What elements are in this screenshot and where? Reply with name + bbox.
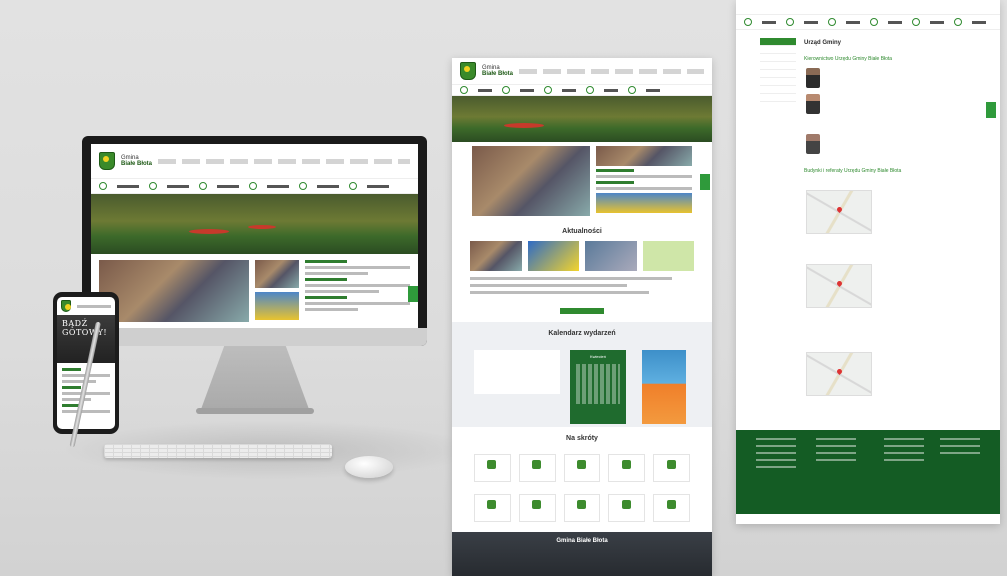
shortcut-tile[interactable] — [563, 454, 601, 482]
news-heading: Aktualności — [562, 228, 602, 235]
location-map — [806, 264, 872, 308]
shortcut-tile[interactable] — [653, 494, 690, 522]
news-list — [596, 146, 692, 216]
sidebar-menu — [760, 38, 796, 102]
shortcuts-heading: Na skróty — [566, 435, 598, 442]
shortcuts-grid — [452, 448, 712, 528]
main-nav — [91, 178, 418, 194]
buildings-heading: Budynki i referaty Urzędu Gminy Białe Bł… — [804, 168, 902, 174]
calendar-heading: Kalendarz wydarzeń — [548, 330, 616, 337]
calendar-month: Kwiecień — [589, 354, 606, 359]
person-photo — [806, 68, 820, 88]
utility-bar — [158, 158, 410, 164]
site-brand: Gmina Białe Błota — [121, 155, 152, 167]
management-heading: Kierownictwo Urzędu Gminy Białe Błota — [804, 56, 893, 62]
news-cards — [452, 241, 712, 271]
news-list — [305, 260, 410, 322]
news-section — [452, 142, 712, 220]
shortcut-tile[interactable] — [563, 494, 601, 522]
side-tab[interactable] — [700, 174, 710, 190]
banner-line-2: GOTOWY! — [62, 328, 108, 337]
monitor-screen: Gmina Białe Błota — [91, 144, 418, 328]
shortcut-tile[interactable] — [518, 494, 556, 522]
phone-screen: BĄDŹ GOTOWY! — [57, 297, 115, 429]
homepage-screenshot: Gmina Białe Błota Aktualności Kalendarz … — [452, 58, 712, 576]
brand-line-2: Białe Błota — [121, 161, 153, 167]
news-main-image — [99, 260, 249, 322]
shortcut-tile[interactable] — [518, 454, 556, 482]
calendar-widget: Kwiecień — [570, 350, 626, 424]
phone-site-header — [57, 297, 115, 315]
shortcut-tile[interactable] — [474, 454, 511, 482]
news-main-image — [472, 146, 590, 216]
coat-of-arms-icon — [61, 300, 71, 312]
shortcut-tile[interactable] — [608, 494, 646, 522]
shortcut-tile[interactable] — [474, 494, 511, 522]
monitor-chin — [82, 328, 427, 346]
person-photo — [806, 94, 820, 114]
side-tab[interactable] — [986, 102, 996, 118]
main-nav — [736, 14, 1000, 30]
hero-image — [452, 96, 712, 142]
page-heading: Urząd Gminy — [804, 40, 842, 46]
kayak-shape — [504, 122, 544, 128]
kayak-shape — [247, 225, 276, 230]
main-nav — [452, 84, 712, 96]
mouse — [345, 456, 393, 478]
subpage-screenshot: Urząd Gminy Kierownictwo Urzędu Gminy Bi… — [736, 0, 1000, 524]
kayak-shape — [189, 228, 230, 234]
utility-bar — [519, 68, 704, 74]
person-photo — [806, 134, 820, 154]
side-tab[interactable] — [408, 286, 418, 302]
footer-heading: Gmina Białe Błota — [556, 538, 608, 544]
monitor-stand-base — [196, 408, 314, 414]
product-mockup-scene: Gmina Białe Błota BĄDŹ GOTOWY! Gmina Bia… — [0, 0, 1007, 576]
news-thumb — [255, 292, 299, 320]
location-map — [806, 190, 872, 234]
news-thumb — [255, 260, 299, 288]
brand-line-2: Białe Błota — [482, 71, 514, 77]
news-section — [91, 254, 418, 328]
event-list — [474, 350, 560, 394]
location-map — [806, 352, 872, 396]
banner-line-1: BĄDŹ — [62, 319, 88, 328]
keyboard — [104, 444, 332, 458]
site-footer — [736, 430, 1000, 514]
coat-of-arms-icon — [99, 152, 115, 170]
smartphone: BĄDŹ GOTOWY! — [53, 292, 119, 434]
more-news-button[interactable] — [560, 308, 604, 314]
hero-image — [91, 194, 418, 254]
coat-of-arms-icon — [460, 62, 476, 80]
site-footer: Gmina Białe Błota — [452, 532, 712, 576]
site-brand: Gmina Białe Błota — [482, 65, 513, 77]
calendar-section: Kalendarz wydarzeń Kwiecień — [452, 322, 712, 427]
desktop-monitor: Gmina Białe Błota — [82, 136, 427, 346]
monitor-stand — [200, 346, 310, 412]
news-cards-text — [452, 271, 712, 300]
site-header: Gmina Białe Błota — [91, 144, 418, 178]
event-poster — [642, 350, 686, 424]
phone-banner: BĄDŹ GOTOWY! — [57, 315, 115, 363]
shortcut-tile[interactable] — [608, 454, 646, 482]
site-header: Gmina Białe Błota — [452, 58, 712, 84]
shortcut-tile[interactable] — [653, 454, 690, 482]
